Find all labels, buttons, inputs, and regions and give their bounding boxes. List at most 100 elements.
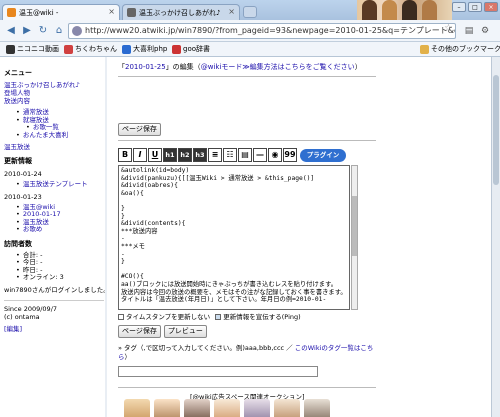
visitor-count: オンライン: 3 [16,273,104,282]
tab-title: 温玉@wiki - [19,9,59,17]
bookmark-goo[interactable]: goo辞書 [172,44,210,55]
ad-image[interactable] [154,399,180,417]
ping-checkbox[interactable] [215,314,222,320]
help-link[interactable]: @wikiモード≫編集方法はこちらをご覧ください [201,63,355,71]
italic-icon[interactable]: I [133,148,147,162]
bookmark-chikuwa[interactable]: ちくわちゃん [64,44,117,55]
preview-button[interactable]: プレビュー [163,325,207,338]
copyright-text: (c) ontama [4,312,40,321]
save-page-button-top[interactable]: ページ保存 [118,123,161,136]
new-tab-button[interactable] [243,6,257,18]
login-message: win7890さんがログインしました。 [4,285,110,294]
since-text: Since 2009/09/7 [4,304,58,313]
ad-image[interactable] [124,399,150,417]
plugin-button[interactable]: プラグイン [300,149,346,162]
edit-menu-link[interactable]: [編集] [4,325,22,333]
url-text: http://www20.atwiki.jp/win7890/?from_pag… [85,26,456,35]
page-link[interactable]: 2010-01-25 [125,63,166,71]
ad-image[interactable] [184,399,210,417]
heading3-icon[interactable]: h3 [193,148,207,162]
edit-heading: 「2010-01-25」の編集（@wikiモード≫編集方法はこちらをご覧ください… [118,63,362,71]
bookmarks-bar: ニコニコ動画 ちくわちゃん 大喜利php goo辞書 その他のブックマーク [0,42,500,57]
wrench-icon[interactable]: ⚙ [478,24,492,38]
menu-link[interactable]: 温玉ぶっかけ召しあがれ♪ [4,81,80,89]
visitors-title: 訪問者数 [4,239,32,248]
timestamp-label: タイムスタンプを更新しない [126,313,211,321]
update-date: 2010-01-24 [4,170,42,178]
back-icon[interactable]: ◀ [4,24,18,38]
quote-icon[interactable]: 99 [283,148,297,162]
menu-link[interactable]: おんたま大喜利 [23,131,68,139]
divider [4,299,104,301]
bookmark-niconico[interactable]: ニコニコ動画 [6,44,59,55]
page-content: メニュー 温玉ぶっかけ召しあがれ♪ 登場人物 放送内容 通常放送 就寝放送 お歌… [0,57,500,417]
folder-icon [420,45,429,54]
column-divider [105,57,107,417]
heading1-icon[interactable]: h1 [163,148,177,162]
underline-icon[interactable]: U [148,148,162,162]
menu-title: メニュー [4,69,32,77]
ad-image[interactable] [304,399,330,417]
bold-icon[interactable]: B [118,148,132,162]
page-icon [72,26,82,36]
tab-ontama[interactable]: 温玉ぶっかけ召しあがれ♪ × [122,4,240,20]
divider [118,387,376,388]
forward-icon[interactable]: ▶ [20,24,34,38]
home-icon[interactable]: ⌂ [52,24,66,38]
save-options: タイムスタンプを更新しない 更新情報を宣伝する(Ping) [118,313,378,322]
atwiki-favicon-icon [7,8,16,17]
tag-hint: » タグ（,で区切って入力してください。例)aaa,bbb,ccc ／ このWi… [118,344,374,361]
ping-label: 更新情報を宣伝する(Ping) [223,313,301,321]
ogiri-icon [122,45,131,54]
reload-icon[interactable]: ↻ [36,24,50,38]
heading2-icon[interactable]: h2 [178,148,192,162]
navigation-bar: ◀ ▶ ↻ ⌂ http://www20.atwiki.jp/win7890/?… [0,20,500,42]
updates-title: 更新情報 [4,157,32,165]
divider [118,140,376,141]
menu-link[interactable]: 放送内容 [4,97,30,105]
textarea-scrollbar[interactable] [351,165,358,310]
numbered-list-icon[interactable]: ☷ [223,148,237,162]
niconico-icon [6,45,15,54]
chikuwa-icon [64,45,73,54]
nico-favicon-icon [127,8,136,17]
page-source-textarea[interactable]: &autolink(id=body) &divid(pankuzu){[[温玉W… [118,165,350,310]
update-link[interactable]: お歌め [23,225,43,233]
tag-input[interactable] [118,366,318,377]
editor-toolbar: B I U h1 h2 h3 ≡ ☷ ▤ — ◉ 99 プラグイン [118,148,346,163]
goo-icon [172,45,181,54]
bookmark-ogiri[interactable]: 大喜利php [122,44,167,55]
tab-bar: 温玉@wiki - × 温玉ぶっかけ召しあがれ♪ × – □ × [0,0,500,20]
theme-image [357,0,452,20]
link-icon[interactable]: ◉ [268,148,282,162]
tab-close-icon[interactable]: × [228,7,235,16]
ad-image[interactable] [214,399,240,417]
other-bookmarks[interactable]: その他のブックマーク [420,44,500,55]
minimize-icon[interactable]: – [452,2,466,12]
page-menu-icon[interactable]: ▤ [462,24,476,38]
sidebar: メニュー 温玉ぶっかけ召しあがれ♪ 登場人物 放送内容 通常放送 就寝放送 お歌… [4,63,110,333]
page-scrollbar[interactable] [491,57,500,417]
tab-wiki[interactable]: 温玉@wiki - × [2,4,120,20]
ad-images [124,399,330,417]
update-link[interactable]: 温玉放送テンプレート [23,180,88,188]
save-page-button[interactable]: ページ保存 [118,325,161,338]
menu-link[interactable]: 温玉放送 [4,143,30,151]
table-icon[interactable]: ▤ [238,148,252,162]
bookmark-star-icon[interactable]: ☆ [444,23,453,34]
editor-area: 「2010-01-25」の編集（@wikiモード≫編集方法はこちらをご覧ください… [118,63,378,417]
tab-close-icon[interactable]: × [108,7,115,16]
timestamp-checkbox[interactable] [118,314,124,320]
address-bar[interactable]: http://www20.atwiki.jp/win7890/?from_pag… [68,23,456,39]
list-icon[interactable]: ≡ [208,148,222,162]
tab-title: 温玉ぶっかけ召しあがれ♪ [139,9,221,17]
maximize-icon[interactable]: □ [468,2,482,12]
window-controls: – □ × [452,2,498,12]
close-window-icon[interactable]: × [484,2,498,12]
ad-image[interactable] [274,399,300,417]
action-buttons: ページ保存 プレビュー [118,325,207,338]
ad-image[interactable] [244,399,270,417]
horizontal-rule-icon[interactable]: — [253,148,267,162]
divider [118,76,376,77]
menu-link[interactable]: 登場人物 [4,89,30,97]
